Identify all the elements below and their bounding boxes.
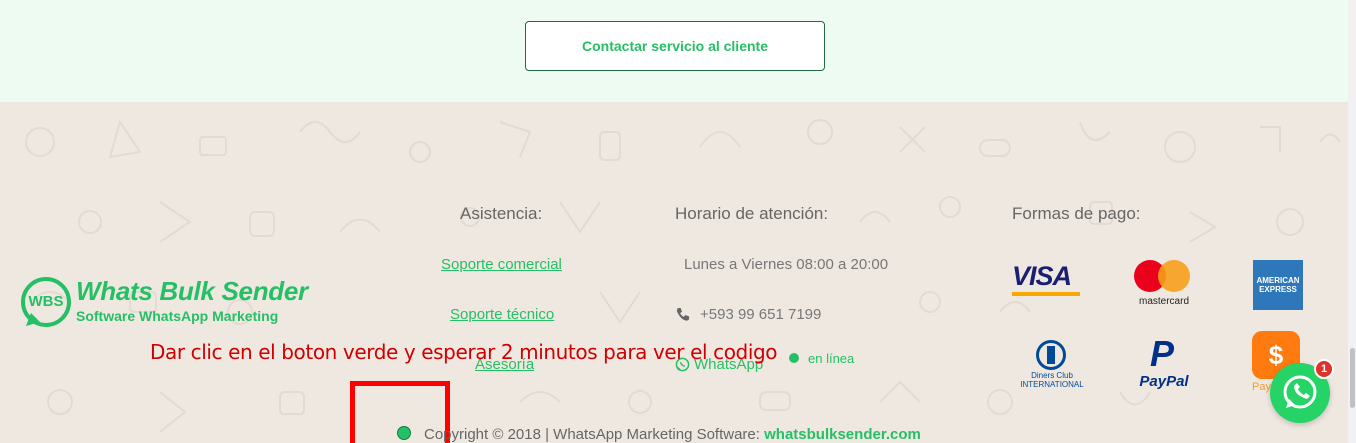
american-express-logo: AMERICAN EXPRESS xyxy=(1253,260,1303,310)
copyright-site-link[interactable]: whatsbulksender.com xyxy=(764,426,921,443)
phone-row: +593 99 651 7199 xyxy=(675,306,821,323)
scrollbar-thumb[interactable] xyxy=(1350,348,1355,408)
diners-club-logo: Diners Club INTERNATIONAL xyxy=(1020,340,1084,390)
contact-customer-service-button[interactable]: Contactar servicio al cliente xyxy=(525,21,825,71)
copyright-text: Copyright © 2018 | WhatsApp Marketing So… xyxy=(424,426,760,443)
online-status-label: en línea xyxy=(808,351,855,366)
wbs-logo[interactable]: WBS Whats Bulk Sender Software WhatsApp … xyxy=(18,276,328,332)
logo-subtitle: Software WhatsApp Marketing xyxy=(76,308,279,324)
phone-number: +593 99 651 7199 xyxy=(700,306,822,323)
paypal-logo: P PayPal xyxy=(1139,333,1189,391)
logo-title: Whats Bulk Sender xyxy=(76,276,308,306)
phone-icon xyxy=(676,307,690,321)
formas-pago-heading: Formas de pago: xyxy=(1012,204,1141,223)
top-band: Contactar servicio al cliente xyxy=(0,0,1348,102)
green-button[interactable] xyxy=(397,426,411,440)
whatsapp-notification-badge: 1 xyxy=(1314,359,1334,379)
visa-logo: VISA xyxy=(1012,262,1088,304)
soporte-tecnico-link[interactable]: Soporte técnico xyxy=(450,306,554,323)
copyright-line: Copyright © 2018 | WhatsApp Marketing So… xyxy=(424,426,921,443)
horario-hours: Lunes a Viernes 08:00 a 20:00 xyxy=(684,256,889,273)
soporte-comercial-link[interactable]: Soporte comercial xyxy=(441,256,562,273)
online-status-dot xyxy=(789,353,799,363)
horario-heading: Horario de atención: xyxy=(675,204,829,223)
instruction-overlay-text: Dar clic en el boton verde y esperar 2 m… xyxy=(150,340,778,364)
asistencia-heading: Asistencia: xyxy=(460,204,543,223)
mastercard-logo: mastercard xyxy=(1132,260,1196,310)
